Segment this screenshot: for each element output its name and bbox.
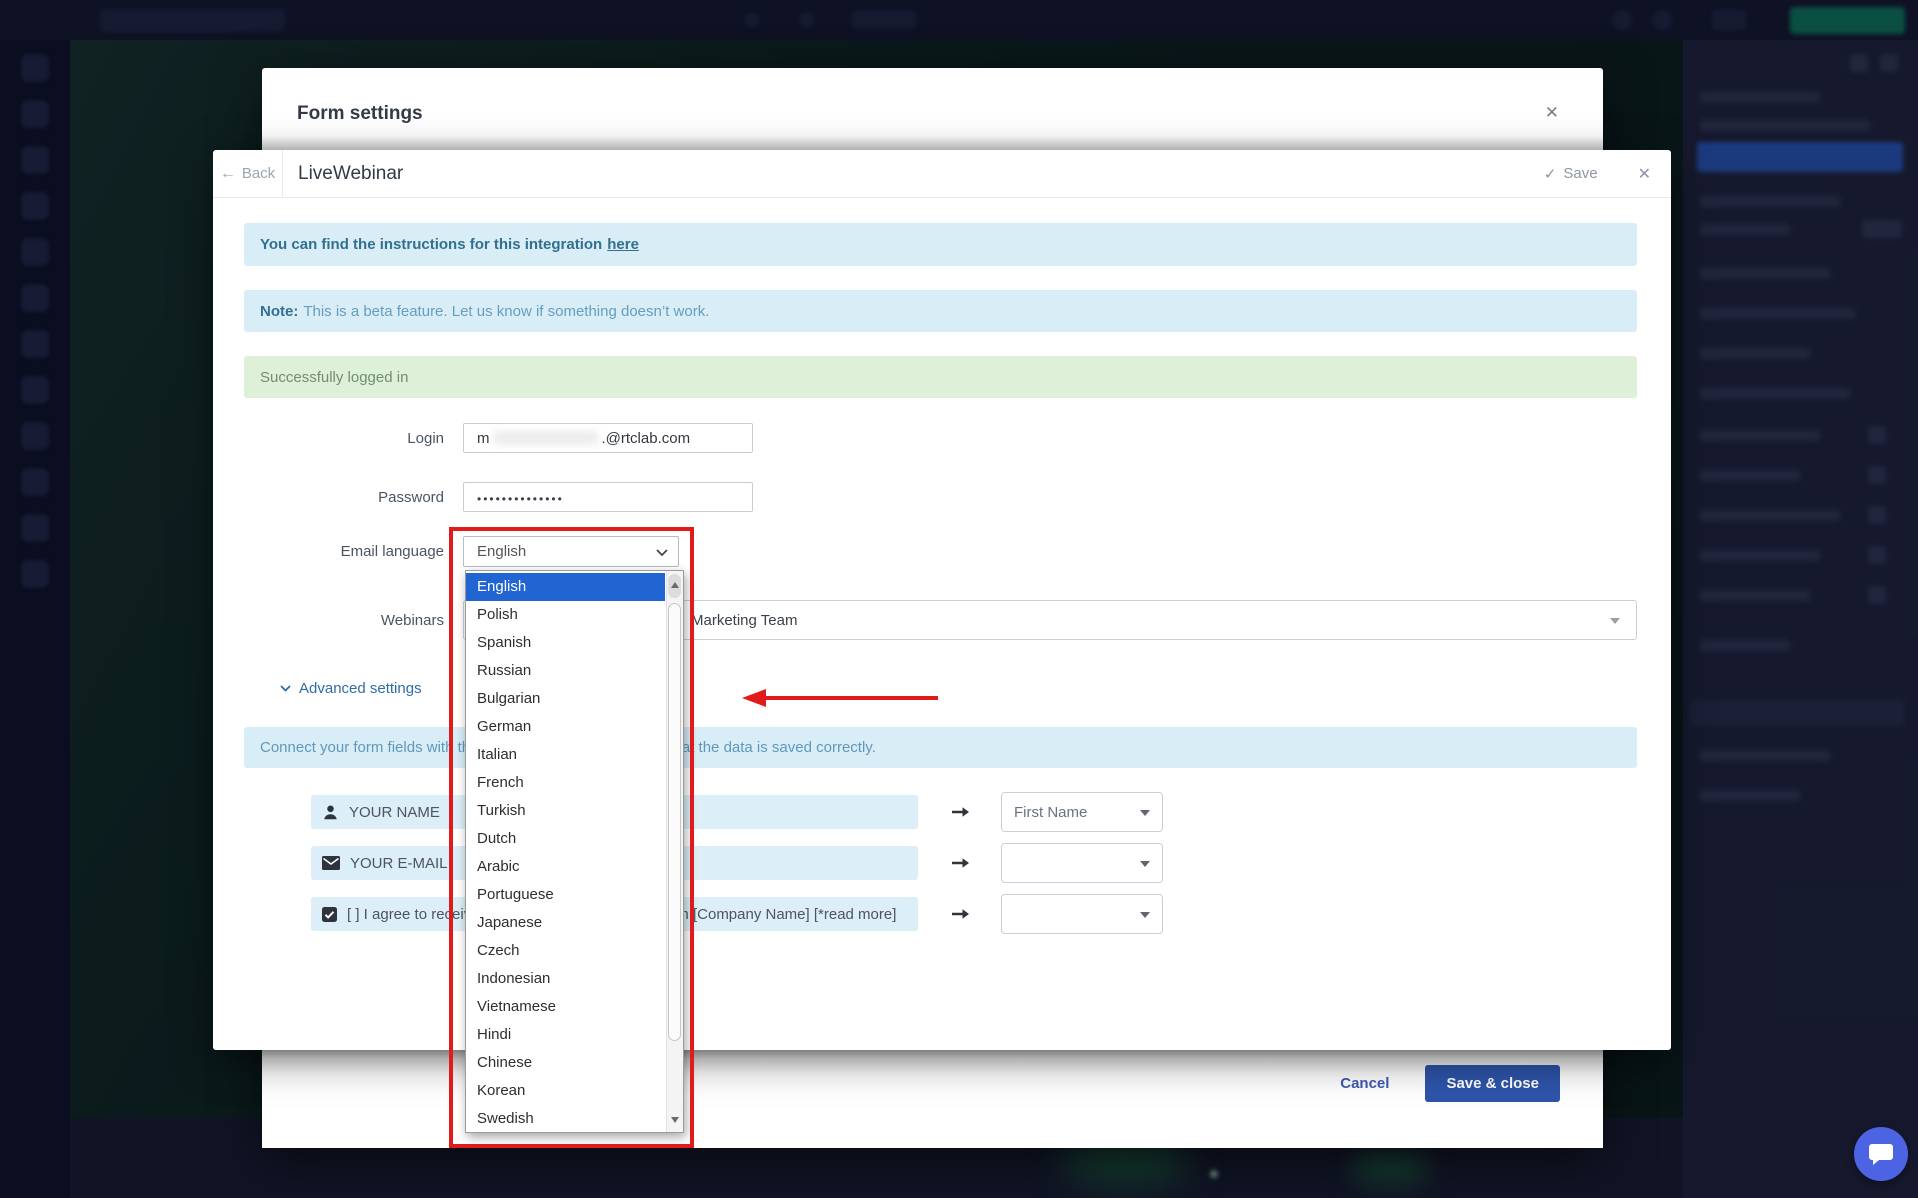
advanced-settings-label: Advanced settings (299, 680, 422, 697)
form-field-label: YOUR E-MAIL (350, 855, 448, 872)
email-language-dropdown-list: English Polish Spanish Russian Bulgarian… (465, 570, 684, 1133)
login-input[interactable]: m .@rtclab.com (463, 423, 753, 453)
field-mapping-list: YOUR NAME First Name YOUR E-MAIL (244, 792, 1637, 934)
dropdown-option[interactable]: Polish (466, 601, 665, 629)
header-shadow (262, 136, 1603, 150)
chat-bubble-icon (1868, 1142, 1894, 1166)
dropdown-option[interactable]: Japanese (466, 909, 665, 937)
email-language-row: Email language English (244, 536, 1637, 567)
checkbox-icon (322, 907, 337, 922)
maps-to-arrow-icon (952, 857, 969, 869)
back-arrow-icon: ← (220, 165, 236, 183)
mapping-row-consent: [ ] I agree to receive marketing communi… (244, 894, 1637, 934)
check-icon: ✓ (1544, 165, 1557, 183)
dropdown-option[interactable]: Hindi (466, 1021, 665, 1049)
password-row: Password •••••••••••••• (244, 482, 1637, 512)
save-close-button[interactable]: Save & close (1425, 1065, 1560, 1102)
dropdown-option[interactable]: Portuguese (466, 881, 665, 909)
dropdown-scrollbar[interactable] (666, 571, 683, 1132)
modal-title: Form settings (297, 103, 423, 125)
chat-widget-button[interactable] (1854, 1127, 1908, 1181)
chevron-down-icon (280, 685, 291, 692)
dropdown-option[interactable]: Vietnamese (466, 993, 665, 1021)
chevron-down-icon (1140, 861, 1150, 867)
dropdown-option[interactable]: Spanish (466, 629, 665, 657)
dropdown-option[interactable]: French (466, 769, 665, 797)
target-field-select[interactable]: First Name (1001, 792, 1163, 832)
email-language-label: Email language (244, 543, 444, 560)
target-field-select[interactable] (1001, 894, 1163, 934)
success-text: Successfully logged in (260, 369, 408, 386)
scroll-down-arrow-icon[interactable] (671, 1117, 679, 1123)
webinars-label: Webinars (244, 612, 444, 629)
back-label: Back (242, 165, 275, 182)
save-button[interactable]: ✓ Save (1544, 165, 1598, 183)
dropdown-option[interactable]: Swedish (466, 1105, 665, 1133)
instructions-text: You can find the instructions for this i… (260, 236, 602, 253)
scrollbar-thumb[interactable] (668, 603, 681, 1041)
mapping-row-email: YOUR E-MAIL (244, 843, 1637, 883)
dropdown-option[interactable]: English (466, 573, 665, 601)
dropdown-option[interactable]: Arabic (466, 853, 665, 881)
chevron-down-icon (1140, 810, 1150, 816)
note-label: Note: (260, 303, 298, 320)
close-icon[interactable]: ✕ (1638, 164, 1651, 184)
modal-footer: Cancel Save & close (262, 1050, 1603, 1148)
chevron-down-icon (1610, 618, 1620, 624)
instructions-link[interactable]: here (607, 236, 639, 253)
mapping-row-name: YOUR NAME First Name (244, 792, 1637, 832)
beta-note-banner: Note: This is a beta feature. Let us kno… (244, 290, 1637, 332)
password-input[interactable]: •••••••••••••• (463, 482, 753, 512)
mapping-info-banner: Connect your form fields with the fields… (244, 727, 1637, 768)
dropdown-option[interactable]: Italian (466, 741, 665, 769)
chevron-down-icon (656, 549, 668, 557)
dropdown-option[interactable]: Czech (466, 937, 665, 965)
maps-to-arrow-icon (952, 908, 969, 920)
login-success-banner: Successfully logged in (244, 356, 1637, 398)
form-field-label: YOUR NAME (349, 804, 440, 821)
redacted-blur (494, 431, 598, 445)
dropdown-option[interactable]: German (466, 713, 665, 741)
email-language-value: English (477, 543, 526, 560)
login-value-prefix: m (477, 430, 490, 447)
dropdown-option[interactable]: Dutch (466, 825, 665, 853)
target-field-value: First Name (1014, 804, 1087, 821)
panel-header: ← Back LiveWebinar ✓ Save ✕ (213, 150, 1671, 198)
chevron-down-icon (1140, 912, 1150, 918)
close-icon[interactable]: ✕ (1545, 104, 1559, 121)
scroll-up-arrow-icon[interactable] (668, 574, 681, 598)
email-language-select[interactable]: English (463, 536, 679, 567)
livewebinar-integration-panel: ← Back LiveWebinar ✓ Save ✕ You can find… (213, 150, 1671, 1050)
dropdown-option[interactable]: Indonesian (466, 965, 665, 993)
instructions-banner: You can find the instructions for this i… (244, 223, 1637, 266)
note-text: This is a beta feature. Let us know if s… (303, 303, 709, 320)
login-row: Login m .@rtclab.com (244, 423, 1637, 453)
back-button[interactable]: ← Back (213, 150, 283, 198)
login-label: Login (244, 430, 444, 447)
webinars-row: Webinars Marketing Team (244, 600, 1637, 640)
dropdown-option[interactable]: Bulgarian (466, 685, 665, 713)
dropdown-option[interactable]: Chinese (466, 1049, 665, 1077)
cancel-button[interactable]: Cancel (1340, 1065, 1389, 1102)
panel-content: You can find the instructions for this i… (213, 223, 1671, 934)
maps-to-arrow-icon (952, 806, 969, 818)
dropdown-option[interactable]: Russian (466, 657, 665, 685)
screen: Form settings ✕ Cancel Save & close ← Ba… (0, 0, 1918, 1198)
save-label: Save (1563, 165, 1597, 182)
target-field-select[interactable] (1001, 843, 1163, 883)
webinars-value: Marketing Team (691, 612, 797, 629)
dropdown-option[interactable]: Korean (466, 1077, 665, 1105)
envelope-icon (322, 856, 340, 870)
login-value-suffix: .@rtclab.com (602, 430, 691, 447)
panel-title: LiveWebinar (298, 163, 403, 185)
dropdown-option[interactable]: Turkish (466, 797, 665, 825)
person-icon (322, 804, 339, 821)
password-label: Password (244, 489, 444, 506)
